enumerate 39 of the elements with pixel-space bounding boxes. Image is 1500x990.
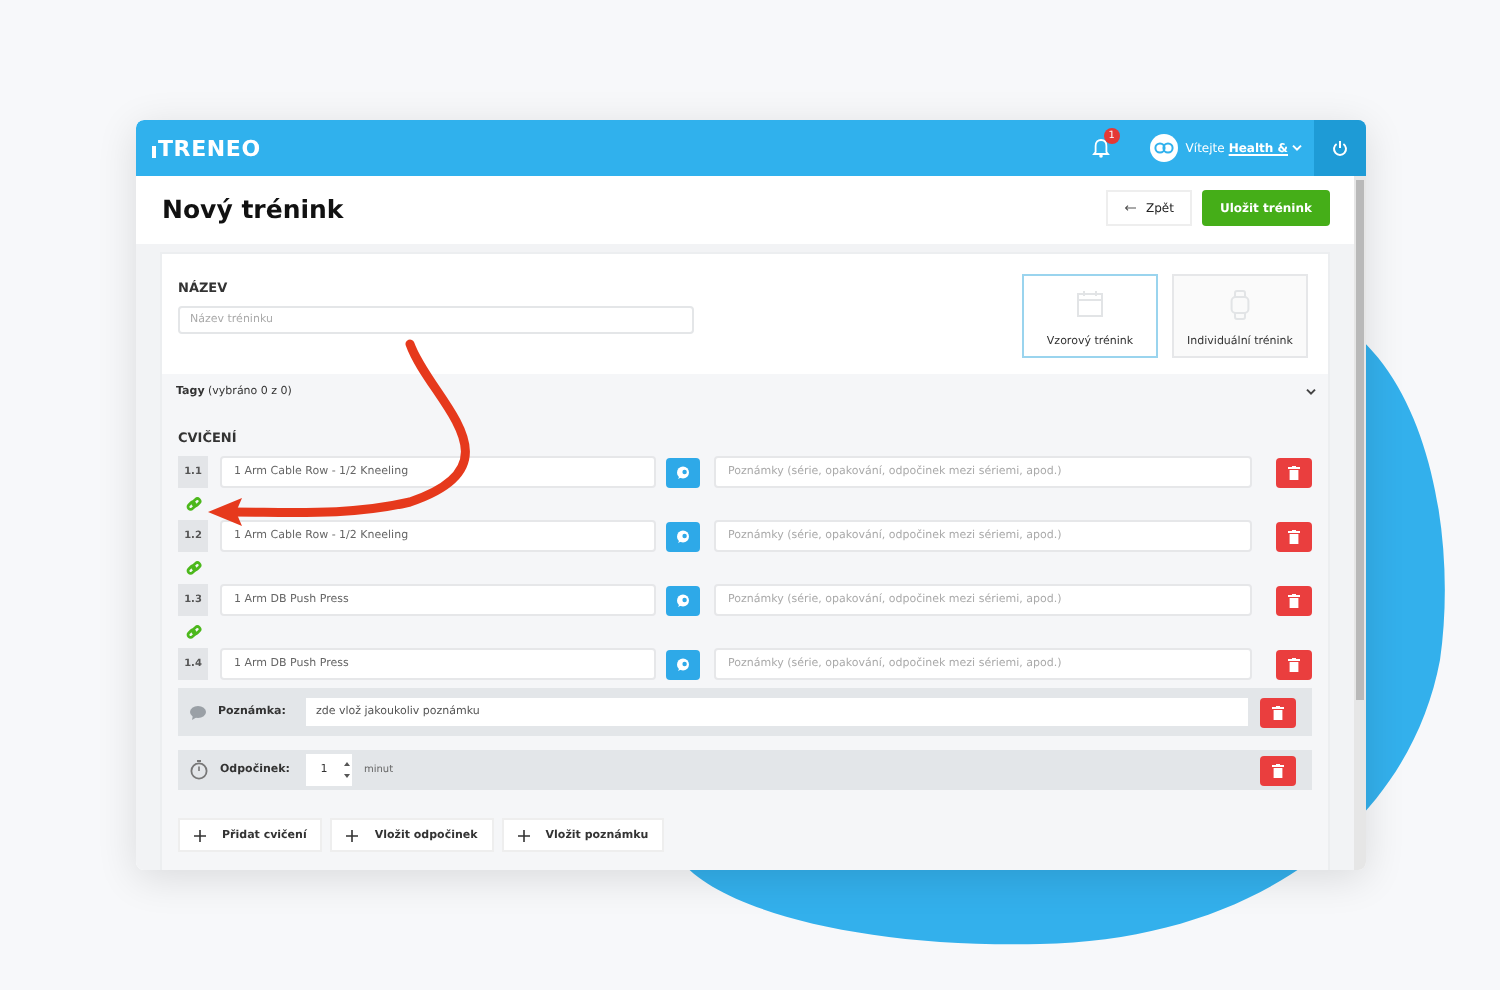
delete-button[interactable] [1276,457,1312,487]
trash-icon [1272,763,1284,777]
trash-icon [1272,705,1284,719]
chevron-down-icon [1306,388,1316,396]
speech-bubble-icon [190,705,206,719]
chat-icon [676,593,690,607]
exercise-info-button[interactable] [666,585,700,615]
chat-icon [676,529,690,543]
link-icon[interactable] [186,624,202,640]
stopwatch-icon [190,760,208,780]
trash-icon [1288,657,1300,671]
trash-icon [1288,465,1300,479]
avatar[interactable] [1149,134,1178,162]
trash-icon [1288,593,1300,607]
power-button[interactable] [1314,120,1366,176]
delete-button[interactable] [1260,755,1296,785]
chat-icon [676,465,690,479]
chevron-down-icon[interactable] [1292,144,1302,152]
bell-icon[interactable] [1091,138,1110,158]
power-icon [1332,140,1348,156]
link-icon[interactable] [186,496,202,512]
exercise-info-button[interactable] [666,649,700,679]
trash-icon [1288,529,1300,543]
plus-icon [194,829,206,841]
delete-button[interactable] [1260,697,1296,727]
delete-button[interactable] [1276,585,1312,615]
plus-icon [517,829,530,841]
chat-icon [676,657,690,671]
plus-icon [346,829,359,841]
link-icon[interactable] [186,560,202,576]
scrollbar[interactable] [1354,176,1366,870]
watch-icon [1230,290,1250,320]
arrow-left-icon [1123,204,1136,212]
page-title: Nový trénink [162,193,346,223]
exercise-info-button[interactable] [666,521,700,551]
exercise-info-button[interactable] [666,457,700,487]
delete-button[interactable] [1276,521,1312,551]
calendar-icon [1076,290,1104,318]
delete-button[interactable] [1276,649,1312,679]
